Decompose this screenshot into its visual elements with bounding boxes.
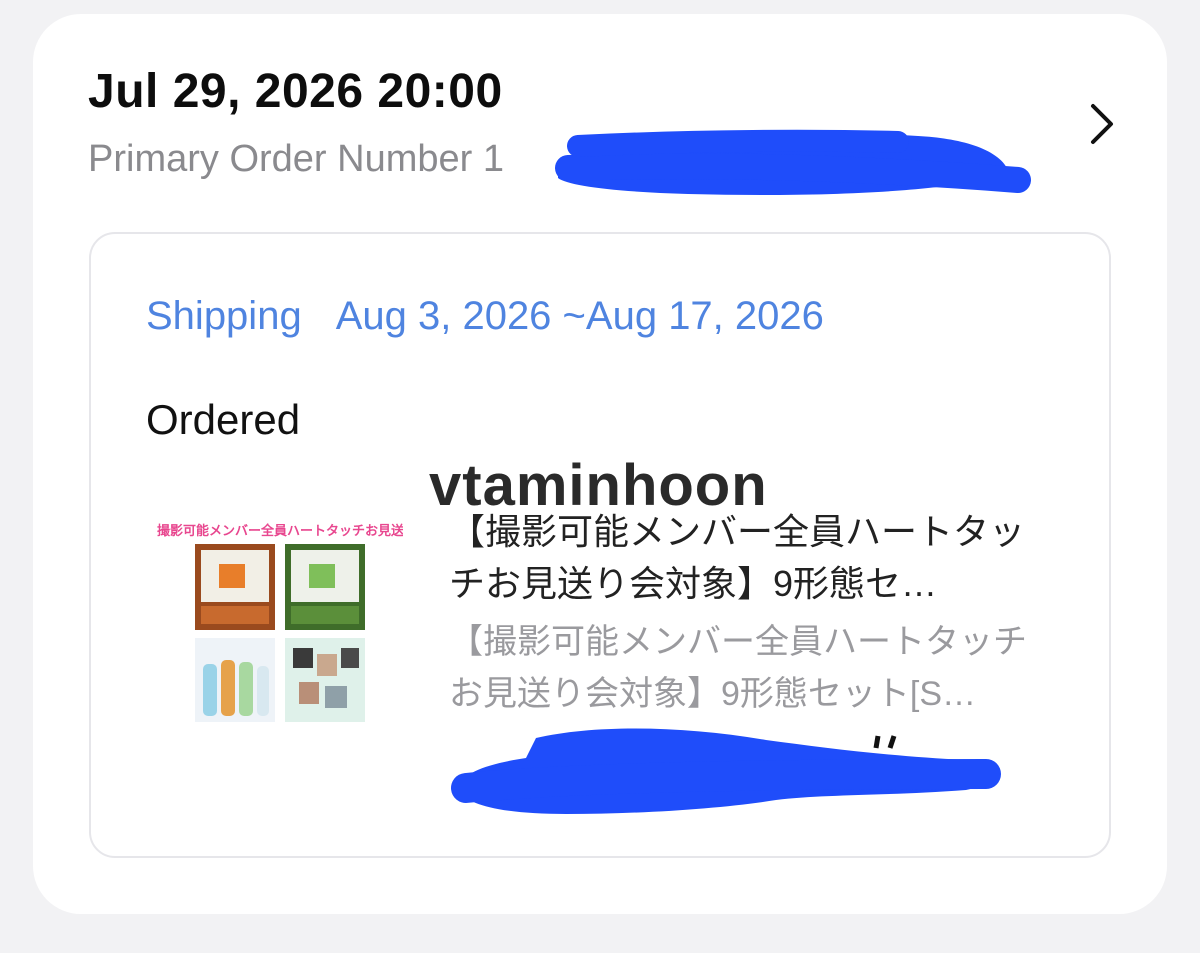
chevron-right-icon bbox=[1091, 104, 1113, 144]
primary-order-number: Primary Order Number 1 277 bbox=[88, 138, 907, 181]
primary-order-suffix: 277 bbox=[843, 138, 908, 180]
order-date-time: Jul 29, 2026 20:00 bbox=[88, 65, 503, 118]
shipping-info: Shipping Aug 3, 2026 ~Aug 17, 2026 bbox=[146, 294, 824, 339]
shipping-label: Shipping bbox=[146, 294, 302, 338]
order-card[interactable]: Jul 29, 2026 20:00 Primary Order Number … bbox=[33, 14, 1167, 914]
order-detail-button[interactable] bbox=[1073, 96, 1129, 152]
primary-order-label: Primary Order Number 1 bbox=[88, 138, 504, 180]
redaction-scribble-bottom bbox=[451, 728, 1001, 814]
shipment-panel: Shipping Aug 3, 2026 ~Aug 17, 2026 Ordere… bbox=[89, 232, 1111, 858]
shipping-range: Aug 3, 2026 ~Aug 17, 2026 bbox=[335, 294, 824, 338]
product-title[interactable]: 【撮影可能メンバー全員ハートタッチお見送り会対象】9形態セ… bbox=[449, 506, 1049, 610]
order-status: Ordered bbox=[146, 396, 301, 443]
album-collage-image bbox=[195, 544, 365, 722]
product-subtitle: 【撮影可能メンバー全員ハートタッチお見送り会対象】9形態セット[S… bbox=[449, 623, 1027, 713]
product-thumbnail[interactable]: 撮影可能メンバー全員ハートタッチお見送り会対象 bbox=[149, 514, 411, 734]
